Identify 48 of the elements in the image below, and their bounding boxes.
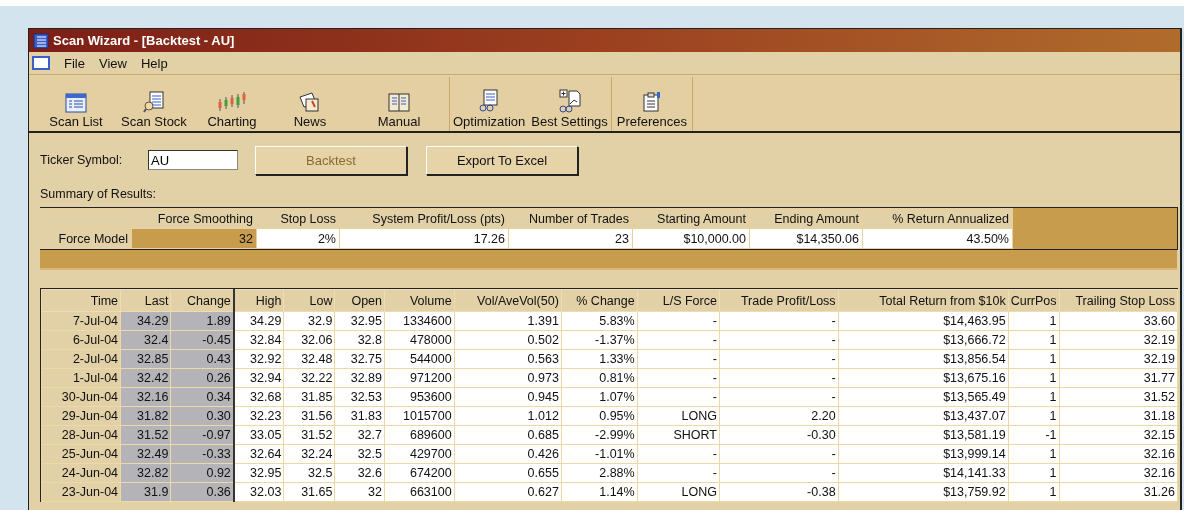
column-header: Stop Loss [256, 208, 340, 229]
action-button[interactable]: Export To Excel [426, 145, 578, 175]
ticker-field[interactable]: AU [148, 150, 238, 170]
menu-item[interactable]: View [98, 55, 127, 71]
list-icon [65, 93, 87, 113]
column-header: Ending Amount [749, 208, 863, 229]
section-title: Summary of Results: [40, 187, 157, 203]
clipboard-icon [640, 91, 663, 113]
column-header[interactable]: Change [170, 289, 234, 312]
list-icon [33, 32, 49, 49]
document-glasses-icon [478, 89, 501, 113]
toolbar-button[interactable]: Scan Stock [115, 77, 193, 131]
menu-item[interactable]: Help [140, 55, 168, 71]
toolbar-button[interactable]: News [271, 77, 349, 131]
toolbar-button[interactable]: Best Settings [528, 77, 611, 131]
column-header[interactable]: Time [41, 289, 121, 312]
column-header[interactable]: CurrPos [1008, 289, 1060, 312]
column-header[interactable]: Last [120, 289, 171, 312]
column-header: % Return Annualized [862, 208, 1013, 229]
column-header[interactable]: Vol/AveVol(50) [454, 289, 562, 312]
toolbar-button[interactable]: Charting [193, 77, 271, 131]
column-header[interactable]: L/S Force [637, 289, 720, 312]
candlestick-chart-icon [217, 91, 247, 113]
ticker-label: Ticker Symbol: [40, 153, 124, 167]
column-header: Number of Trades [508, 208, 633, 229]
column-header: Force Smoothing [131, 208, 257, 229]
column-header[interactable]: Low [283, 289, 335, 312]
menu-item[interactable]: File [64, 55, 85, 71]
column-header[interactable]: Volume [384, 289, 455, 312]
window-title: Scan Wizard - [Backtest - AU] [53, 33, 235, 48]
toolbar-button[interactable]: Optimization [450, 77, 529, 131]
column-header[interactable]: Trade Profit/Loss [719, 289, 839, 312]
column-header[interactable]: Open [334, 289, 385, 312]
column-header: System Profit/Loss (pts) [339, 208, 509, 229]
column-header[interactable]: % Change [561, 289, 638, 312]
book-icon [387, 91, 411, 113]
toolbar-button[interactable]: Preferences [611, 77, 692, 131]
documents-glasses-icon [557, 89, 582, 113]
newspaper-icon [298, 91, 322, 113]
column-header[interactable]: Total Return from $10k [838, 289, 1009, 312]
row-header: Force Model [40, 228, 132, 249]
magnifier-document-icon [143, 91, 165, 113]
column-header: Starting Amount [632, 208, 750, 229]
toolbar-button[interactable]: Scan List [37, 77, 115, 131]
column-header[interactable]: Trailing Stop Loss [1059, 289, 1178, 312]
window-icon [32, 56, 50, 70]
column-header[interactable]: High [233, 289, 284, 312]
toolbar-button[interactable]: Manual [349, 77, 449, 131]
